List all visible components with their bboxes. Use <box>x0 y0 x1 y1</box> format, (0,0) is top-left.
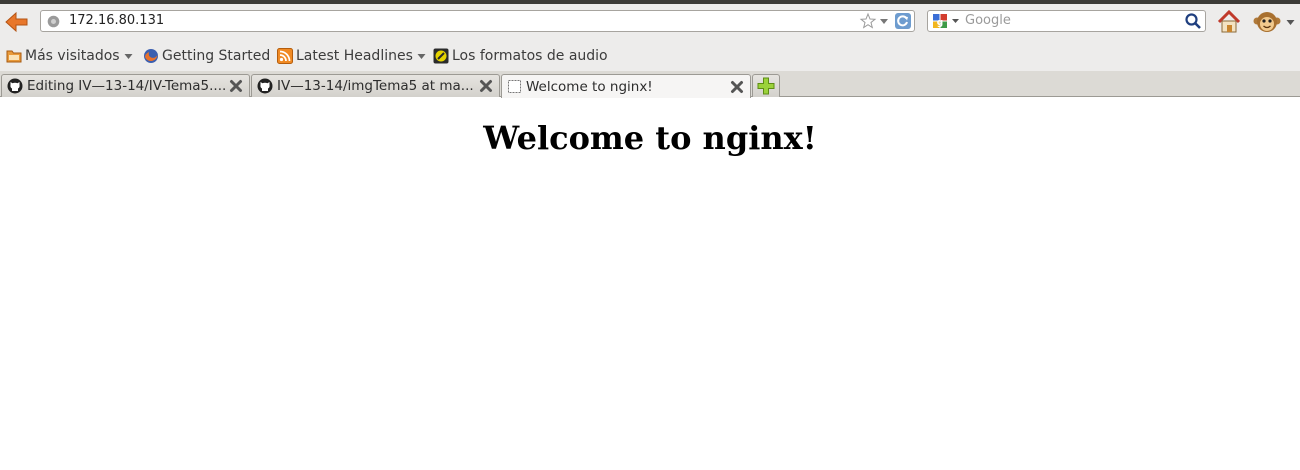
page-heading: Welcome to nginx! <box>483 119 817 157</box>
bookmarks-toolbar: Más visitados Getting Started Latest Hea… <box>0 41 1300 71</box>
firefox-icon <box>144 49 158 63</box>
bookmark-label: Latest Headlines <box>296 48 413 64</box>
home-button[interactable] <box>1216 9 1242 35</box>
back-button[interactable] <box>4 10 30 34</box>
bookmark-mas-visitados[interactable]: Más visitados <box>6 47 133 65</box>
tab-editing-iv-tema5[interactable]: Editing IV—13-14/IV-Tema5.... <box>1 74 250 97</box>
monkey-icon <box>1253 12 1281 32</box>
rss-icon <box>277 48 293 64</box>
search-bar[interactable]: g Google <box>927 10 1206 32</box>
github-icon <box>257 78 273 94</box>
tab-imgtema5[interactable]: IV—13-14/imgTema5 at ma... <box>251 74 500 97</box>
back-arrow-icon <box>5 11 28 33</box>
new-tab-button[interactable] <box>752 74 780 97</box>
close-icon[interactable] <box>229 79 243 93</box>
bookmark-label: Los formatos de audio <box>452 48 608 64</box>
close-icon[interactable] <box>479 79 493 93</box>
greasemonkey-button[interactable] <box>1253 9 1281 35</box>
bookmark-latest-headlines[interactable]: Latest Headlines <box>277 47 426 65</box>
google-icon[interactable]: g <box>932 13 962 29</box>
svg-text:g: g <box>937 18 943 28</box>
magnifier-icon[interactable] <box>1184 12 1202 30</box>
home-icon <box>1217 9 1241 33</box>
dropdown-arrow-icon <box>417 53 426 59</box>
blank-page-icon <box>508 80 521 93</box>
bookmark-getting-started[interactable]: Getting Started <box>143 47 270 65</box>
dropdown-arrow-icon[interactable] <box>1286 19 1295 26</box>
reload-icon[interactable] <box>894 12 912 30</box>
tab-title: Welcome to nginx! <box>526 78 653 95</box>
url-text[interactable]: 172.16.80.131 <box>69 13 164 29</box>
tab-title: Editing IV—13-14/IV-Tema5.... <box>27 78 227 94</box>
github-icon <box>7 78 23 94</box>
bookmark-label: Más visitados <box>25 48 120 64</box>
folder-icon <box>6 50 22 63</box>
bookmark-los-formatos-de-audio[interactable]: Los formatos de audio <box>433 47 608 65</box>
bookmark-label: Getting Started <box>162 48 271 64</box>
star-icon[interactable] <box>859 12 877 30</box>
dropdown-arrow-icon[interactable] <box>879 17 889 25</box>
dropdown-arrow-icon <box>124 53 133 59</box>
tab-welcome-to-nginx[interactable]: Welcome to nginx! <box>501 74 751 98</box>
tab-strip: Editing IV—13-14/IV-Tema5.... IV—13-14/i… <box>0 71 1300 98</box>
url-bar[interactable]: 172.16.80.131 <box>40 10 915 32</box>
audio-format-icon <box>433 48 449 64</box>
plus-icon <box>757 77 775 95</box>
globe-icon <box>47 15 60 28</box>
navigation-toolbar: 172.16.80.131 g Google <box>0 4 1300 41</box>
tab-title: IV—13-14/imgTema5 at ma... <box>277 78 474 94</box>
search-placeholder: Google <box>965 13 1011 28</box>
close-icon[interactable] <box>730 80 744 94</box>
